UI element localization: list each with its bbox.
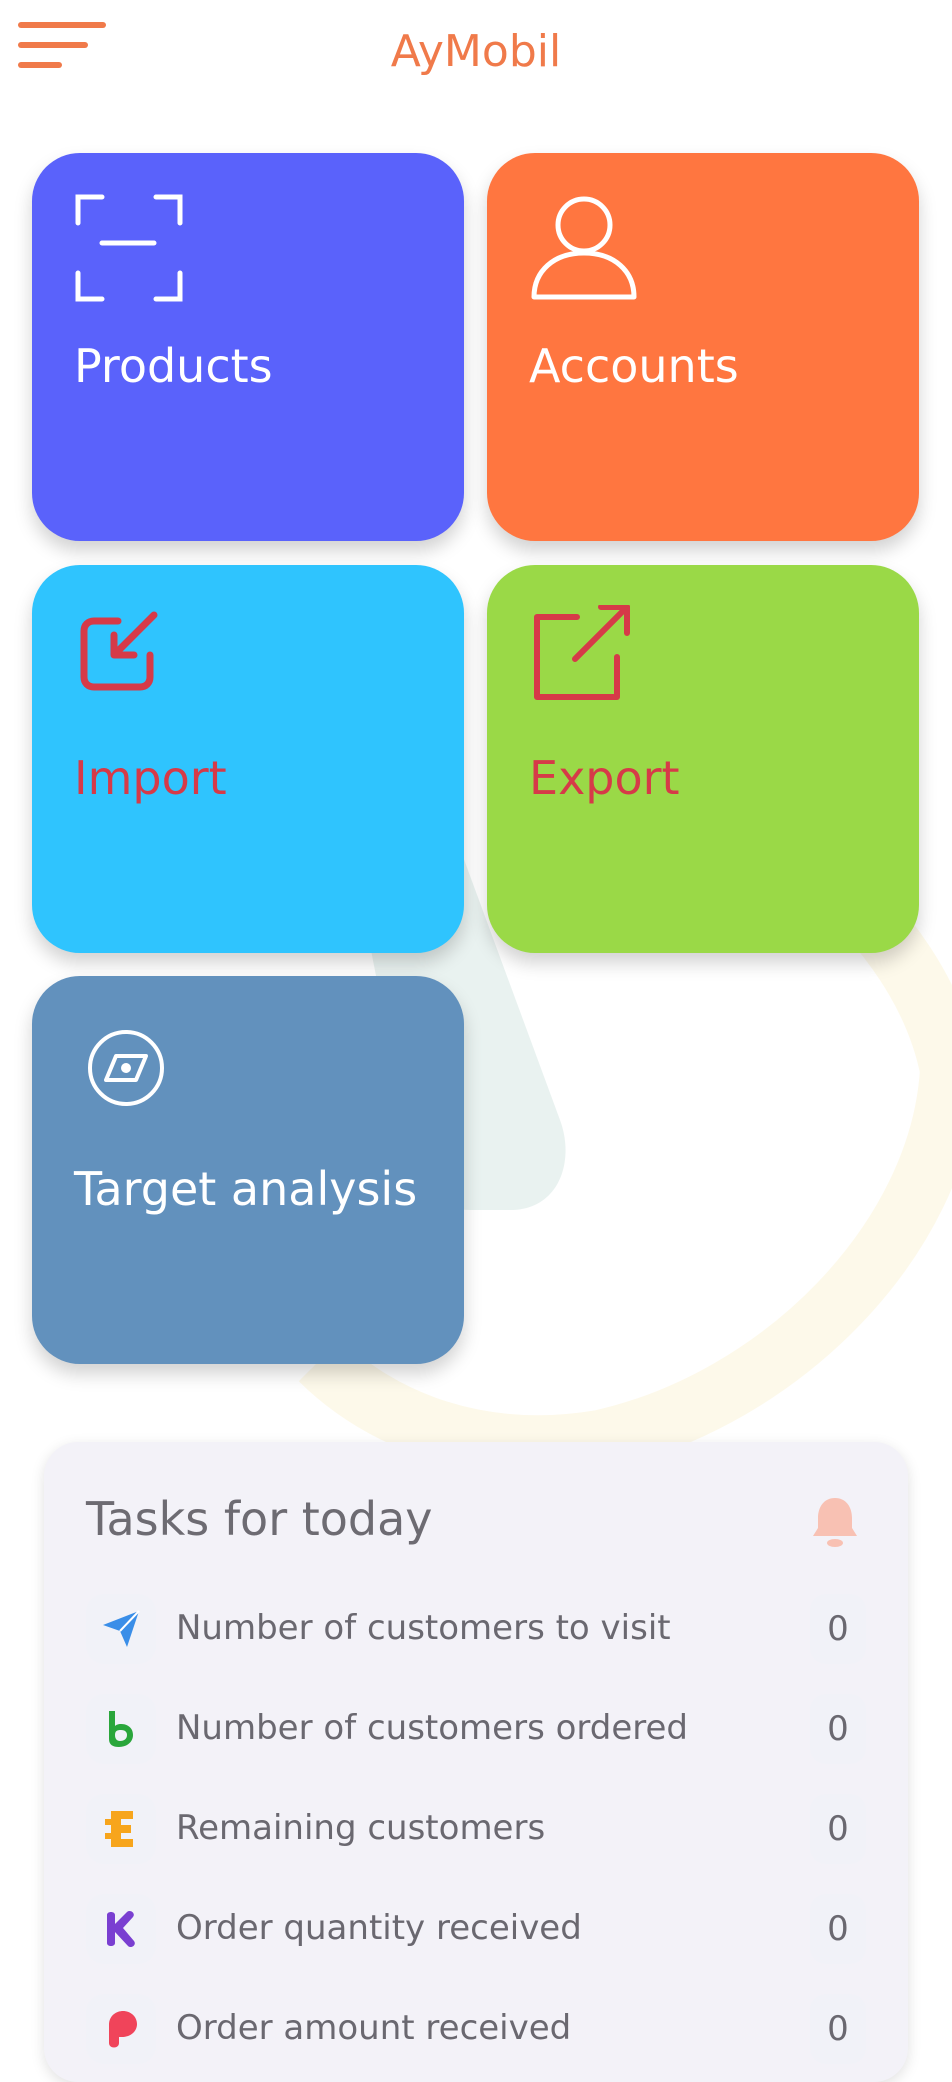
b-logo-icon: [109, 1711, 133, 1747]
task-row-customers-ordered[interactable]: Number of customers ordered 0: [86, 1694, 866, 1764]
products-label: Products: [74, 339, 273, 393]
p-logo-icon: [109, 2011, 137, 2048]
app-header: AyMobil: [0, 0, 952, 110]
task-label: Number of customers to visit: [176, 1608, 671, 1648]
task-label: Remaining customers: [176, 1808, 546, 1848]
e-logo-icon: [105, 1811, 133, 1847]
import-label: Import: [74, 751, 227, 805]
export-tile[interactable]: Export: [487, 565, 919, 953]
k-logo-icon: [107, 1910, 135, 1948]
task-label: Order quantity received: [176, 1908, 582, 1948]
task-row-customers-to-visit[interactable]: Number of customers to visit 0: [86, 1594, 866, 1664]
task-value: 0: [810, 1794, 866, 1864]
task-value: 0: [810, 1694, 866, 1764]
accounts-tile[interactable]: Accounts: [487, 153, 919, 541]
accounts-label: Accounts: [529, 339, 739, 393]
tasks-card: Tasks for today Number of customers to v…: [44, 1442, 908, 2082]
task-row-remaining-customers[interactable]: Remaining customers 0: [86, 1794, 866, 1864]
products-tile[interactable]: Products: [32, 153, 464, 541]
task-value: 0: [810, 1594, 866, 1664]
import-tile[interactable]: Import: [32, 565, 464, 953]
scan-icon: [75, 194, 183, 302]
app-title: AyMobil: [390, 26, 562, 77]
task-row-order-quantity[interactable]: Order quantity received 0: [86, 1894, 866, 1964]
task-row-order-amount[interactable]: Order amount received 0: [86, 1994, 866, 2064]
export-icon: [534, 605, 630, 700]
task-label: Number of customers ordered: [176, 1708, 689, 1748]
task-value: 0: [810, 1994, 866, 2064]
send-icon: [103, 1610, 140, 1647]
import-icon: [80, 611, 158, 691]
target-analysis-label: Target analysis: [74, 1162, 418, 1216]
tasks-title: Tasks for today: [86, 1492, 433, 1546]
task-label: Order amount received: [176, 2008, 572, 2048]
compass-icon: [88, 1030, 164, 1106]
user-icon: [531, 196, 637, 300]
bell-icon[interactable]: [810, 1494, 860, 1550]
task-value: 0: [810, 1894, 866, 1964]
target-analysis-tile[interactable]: Target analysis: [32, 976, 464, 1364]
export-label: Export: [529, 751, 680, 805]
